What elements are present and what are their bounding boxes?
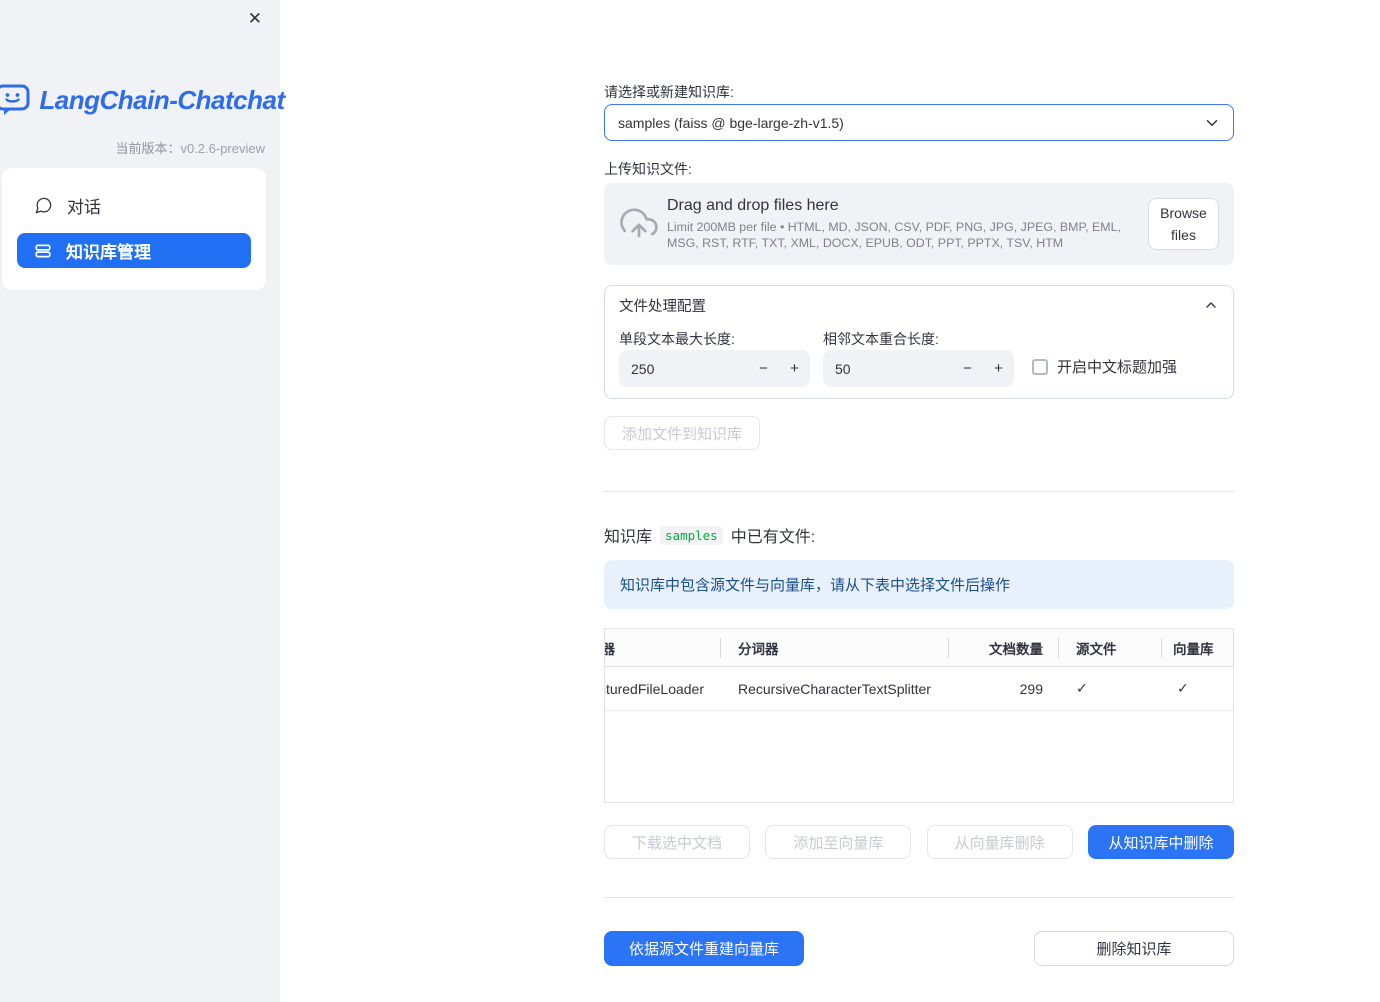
cell-loader: UnstructuredFileLoader xyxy=(605,680,704,697)
main-content: 请选择或新建知识库: samples (faiss @ bge-large-zh… xyxy=(604,0,1234,1002)
file-config-header[interactable]: 文件处理配置 xyxy=(605,286,1233,324)
kb-actions: 依据源文件重建向量库 删除知识库 xyxy=(604,931,1234,967)
kb-select-dropdown[interactable]: samples (faiss @ bge-large-zh-v1.5) xyxy=(604,104,1234,141)
column-separator xyxy=(1058,638,1059,658)
chevron-up-icon xyxy=(1203,297,1219,313)
cell-splitter: RecursiveCharacterTextSplitter xyxy=(738,680,931,697)
browse-files-button[interactable]: Browse files xyxy=(1148,198,1219,250)
file-config-expander: 文件处理配置 单段文本最大长度: 250 − + 相邻文本重合长度: 50 − … xyxy=(604,285,1234,399)
sidebar-menu: 对话 知识库管理 xyxy=(2,168,266,290)
file-dropzone[interactable]: Drag and drop files here Limit 200MB per… xyxy=(604,183,1234,265)
info-text: 知识库中包含源文件与向量库，请从下表中选择文件后操作 xyxy=(620,577,1011,594)
col-source-file-header[interactable]: 源文件 xyxy=(1058,629,1161,666)
table-row[interactable]: UnstructuredFileLoader RecursiveCharacte… xyxy=(605,667,1233,711)
file-actions: 下载选中文档 添加至向量库 从向量库删除 从知识库中删除 xyxy=(604,825,1234,859)
col-vector-store-header[interactable]: 向量库 xyxy=(1161,629,1233,666)
version-value: v0.2.6-preview xyxy=(180,141,265,156)
sidebar-item-knowledge-base[interactable]: 知识库管理 xyxy=(17,233,251,268)
dropzone-title: Drag and drop files here xyxy=(667,196,839,214)
existing-files-prefix: 知识库 xyxy=(604,529,653,546)
column-separator xyxy=(948,638,949,658)
add-to-vector-store-button[interactable]: 添加至向量库 xyxy=(765,825,912,859)
download-selected-button[interactable]: 下载选中文档 xyxy=(604,825,750,859)
zh-title-enhance-label: 开启中文标题加强 xyxy=(1057,359,1178,376)
col-splitter-header[interactable]: 分词器 xyxy=(720,629,948,666)
dropzone-hint: Limit 200MB per file • HTML, MD, JSON, C… xyxy=(667,219,1121,250)
delete-from-vector-store-button[interactable]: 从向量库删除 xyxy=(926,825,1073,859)
cell-vector-check-icon: ✓ xyxy=(1177,680,1189,696)
overlap-size-value: 50 xyxy=(835,360,851,377)
version-text: 当前版本：v0.2.6-preview xyxy=(115,138,265,157)
column-separator xyxy=(720,638,721,658)
sidebar-item-label: 知识库管理 xyxy=(66,243,151,262)
cell-source-check-icon: ✓ xyxy=(1076,680,1088,696)
chevron-down-icon xyxy=(1203,114,1221,132)
logo-text: LangChain-Chatchat xyxy=(39,84,285,115)
delete-from-kb-button[interactable]: 从知识库中删除 xyxy=(1087,825,1234,859)
delete-kb-button[interactable]: 删除知识库 xyxy=(1034,931,1234,966)
sidebar-item-label: 对话 xyxy=(67,197,101,217)
column-separator xyxy=(1161,638,1162,658)
app-page: ✕ LangChain-Chatchat 当前版本：v0.2.6-preview xyxy=(0,0,1380,1002)
rebuild-vector-store-button[interactable]: 依据源文件重建向量库 xyxy=(604,931,804,966)
sidebar: ✕ LangChain-Chatchat 当前版本：v0.2.6-preview xyxy=(0,0,285,1002)
overlap-size-input[interactable]: 50 − + xyxy=(823,350,1014,387)
overlap-size-label: 相邻文本重合长度: xyxy=(823,331,939,347)
overlap-decrement-button[interactable]: − xyxy=(952,350,983,387)
info-banner: 知识库中包含源文件与向量库，请从下表中选择文件后操作 xyxy=(604,560,1234,609)
sidebar-item-dialogue[interactable]: 对话 xyxy=(17,188,251,222)
upload-label: 上传知识文件: xyxy=(604,161,692,177)
chat-bubble-icon xyxy=(34,196,53,215)
chat-smiley-logo-icon xyxy=(0,84,31,116)
overlap-increment-button[interactable]: + xyxy=(983,350,1014,387)
app-logo: LangChain-Chatchat xyxy=(0,84,285,116)
chunk-size-decrement-button[interactable]: − xyxy=(748,350,779,387)
col-doc-count-header[interactable]: 文档数量 xyxy=(948,629,1058,666)
close-icon[interactable]: ✕ xyxy=(242,5,268,33)
col-loader-header[interactable]: 文档加载器 xyxy=(605,629,720,666)
file-config-title: 文件处理配置 xyxy=(619,298,706,315)
version-label: 当前版本： xyxy=(115,141,181,156)
kb-select-value: samples (faiss @ bge-large-zh-v1.5) xyxy=(618,114,844,131)
chunk-size-increment-button[interactable]: + xyxy=(779,350,810,387)
divider xyxy=(604,897,1234,898)
chunk-size-value: 250 xyxy=(631,360,655,377)
existing-files-heading: 知识库 samples 中已有文件: xyxy=(604,523,815,547)
cloud-upload-icon xyxy=(620,205,658,243)
cell-doc-count: 299 xyxy=(1019,680,1043,697)
checkbox-unchecked-icon[interactable] xyxy=(1032,358,1048,375)
dropzone-text: Drag and drop files here Limit 200MB per… xyxy=(667,197,1148,252)
table-header-row: 文档加载器 分词器 文档数量 源文件 向量库 xyxy=(605,629,1233,667)
chunk-size-input[interactable]: 250 − + xyxy=(619,350,810,387)
existing-files-suffix: 中已有文件: xyxy=(730,529,816,546)
zh-title-enhance-checkbox-row[interactable]: 开启中文标题加强 xyxy=(1032,356,1177,377)
kb-files-table[interactable]: 文档加载器 分词器 文档数量 源文件 向量库 UnstructuredFileL… xyxy=(604,628,1234,803)
stack-icon xyxy=(34,242,52,260)
divider xyxy=(604,491,1234,492)
kb-name-code: samples xyxy=(660,525,723,545)
add-files-to-kb-button[interactable]: 添加文件到知识库 xyxy=(604,416,761,450)
kb-select-label: 请选择或新建知识库: xyxy=(604,84,734,100)
chunk-size-label: 单段文本最大长度: xyxy=(619,331,735,347)
